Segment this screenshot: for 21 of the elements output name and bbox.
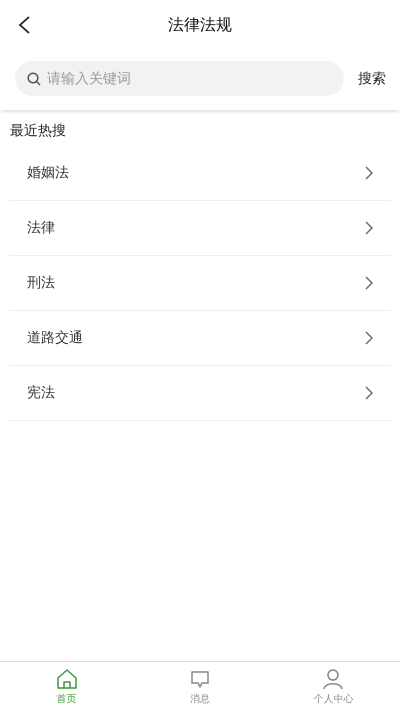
list-item[interactable]: 婚姻法 [9,146,391,201]
tab[interactable]: 个人中心 [266,662,400,711]
list-item[interactable]: 宪法 [9,366,391,421]
tab[interactable]: 消息 [133,662,267,711]
chevron-right-icon [365,331,373,345]
chevron-right-icon [365,386,373,400]
section-title: 最近热搜 [9,122,67,141]
search-field[interactable]: 请输入关键词 [15,61,344,96]
list-item[interactable]: 道路交通 [9,311,391,366]
page-title: 法律法规 [168,14,232,36]
list-item[interactable]: 法律 [9,201,391,256]
list-item[interactable]: 刑法 [9,256,391,311]
chevron-left-icon [17,15,31,35]
person-icon [322,668,344,690]
home-icon [56,668,78,690]
search-button[interactable]: 搜索 [354,66,390,92]
chevron-right-icon [365,276,373,290]
tab[interactable]: 首页 [0,662,134,711]
chevron-right-icon [365,221,373,235]
chevron-right-icon [365,166,373,180]
search-icon [27,72,41,86]
